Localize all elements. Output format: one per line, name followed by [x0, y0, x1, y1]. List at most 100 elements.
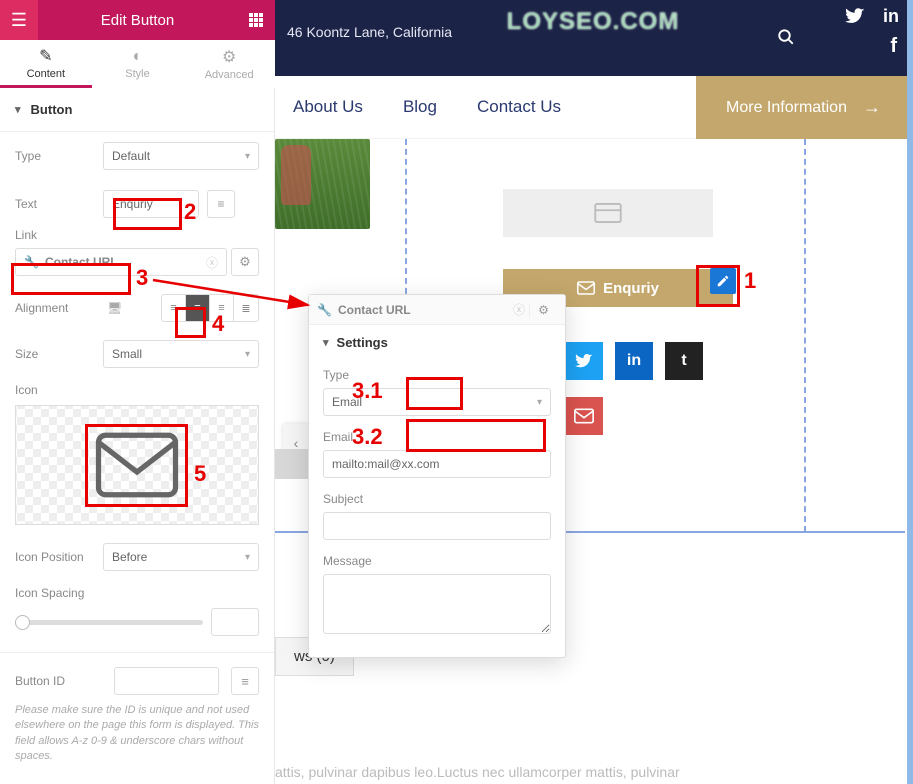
- size-select[interactable]: Small ▾: [103, 340, 259, 368]
- section-title: Button: [31, 102, 73, 117]
- nav-about[interactable]: About Us: [293, 97, 363, 117]
- icon-position-select[interactable]: Before ▾: [103, 543, 259, 571]
- button-id-label: Button ID: [15, 674, 95, 688]
- responsive-icon[interactable]: 🖥: [107, 301, 122, 315]
- type-value: Default: [112, 149, 150, 163]
- popup-subject-label: Subject: [323, 492, 551, 506]
- enquiry-label: Enquriy: [603, 280, 659, 297]
- grid-icon: [248, 12, 264, 28]
- email-share-button[interactable]: [565, 397, 603, 435]
- menu-toggle-button[interactable]: ☰: [0, 0, 38, 40]
- popup-message-input[interactable]: [323, 574, 551, 634]
- tumblr-share-button[interactable]: t: [665, 342, 703, 380]
- popup-section-toggle[interactable]: ▾ Settings: [309, 325, 565, 360]
- icon-picker[interactable]: [15, 405, 259, 525]
- align-right-button[interactable]: ≡: [210, 295, 234, 321]
- type-select[interactable]: Default ▾: [103, 142, 259, 170]
- link-options-button[interactable]: ⚙: [231, 248, 259, 276]
- tab-label: Style: [125, 68, 149, 80]
- tab-advanced[interactable]: ⚙ Advanced: [183, 40, 275, 88]
- control-text: Text ≡: [0, 180, 274, 228]
- popup-message-label: Message: [323, 554, 551, 568]
- icon-spacing-slider[interactable]: [15, 620, 203, 625]
- linkedin-icon[interactable]: in: [883, 6, 899, 31]
- size-label: Size: [15, 347, 95, 361]
- alignment-buttons: ≡ ≡ ≡ ≣: [161, 294, 259, 322]
- control-button-id: Button ID ≡ Please make sure the ID is u…: [0, 652, 274, 779]
- align-justify-button[interactable]: ≣: [234, 295, 258, 321]
- control-icon-position: Icon Position Before ▾: [0, 533, 274, 581]
- icon-label: Icon: [15, 383, 38, 397]
- popup-close-button[interactable]: ⓧ: [513, 301, 525, 318]
- contact-url-popup: 🔧 Contact URL ⓧ ⚙ ▾ Settings Type Email …: [308, 294, 566, 658]
- wrench-icon: 🔧: [317, 303, 332, 317]
- dynamic-tags-button[interactable]: ≡: [207, 190, 235, 218]
- section-toggle-button[interactable]: ▾ Button: [0, 88, 274, 132]
- twitter-share-button[interactable]: [565, 342, 603, 380]
- logo-text: LOYSEO.COM: [507, 8, 680, 36]
- align-left-button[interactable]: ≡: [162, 295, 186, 321]
- icon-spacing-input[interactable]: [211, 608, 259, 636]
- control-type: Type Default ▾: [0, 132, 274, 180]
- card-icon: [594, 203, 622, 223]
- pencil-icon: ✎: [39, 46, 52, 66]
- envelope-icon: [574, 408, 594, 424]
- popup-title: Contact URL: [338, 303, 513, 317]
- edit-widget-button[interactable]: [710, 268, 736, 294]
- envelope-icon: [92, 430, 182, 500]
- popup-type-row: Type Email ▾: [323, 368, 551, 416]
- placeholder-widget[interactable]: [503, 189, 713, 237]
- nav-contact[interactable]: Contact Us: [477, 97, 561, 117]
- arrow-right-icon: →: [863, 98, 881, 118]
- tumblr-icon: t: [681, 352, 686, 370]
- header-title: Edit Button: [38, 12, 237, 29]
- gear-icon: ⚙: [239, 254, 251, 270]
- twitter-icon[interactable]: [845, 6, 865, 31]
- more-info-button[interactable]: More Information →: [696, 76, 911, 139]
- popup-type-select[interactable]: Email ▾: [323, 388, 551, 416]
- preview-scrollbar[interactable]: [907, 0, 913, 784]
- popup-email-row: Email: [323, 430, 551, 478]
- text-input-field[interactable]: [112, 197, 190, 211]
- linkedin-share-button[interactable]: in: [615, 342, 653, 380]
- tab-style[interactable]: ◐ Style: [92, 40, 184, 88]
- popup-message-row: Message: [323, 554, 551, 637]
- database-icon: ≡: [241, 674, 249, 689]
- widgets-grid-button[interactable]: [237, 0, 275, 40]
- nav-blog[interactable]: Blog: [403, 97, 437, 117]
- align-center-button[interactable]: ≡: [186, 295, 210, 321]
- social-share-row: in t: [565, 342, 703, 380]
- link-input[interactable]: 🔧 Contact URL ⓧ: [15, 248, 227, 276]
- tab-content[interactable]: ✎ Content: [0, 40, 92, 88]
- clear-link-button[interactable]: ⓧ: [206, 254, 218, 271]
- editor-header: ☰ Edit Button: [0, 0, 275, 40]
- chevron-down-icon: ▾: [245, 151, 250, 162]
- pencil-icon: [716, 274, 730, 288]
- envelope-icon: [577, 281, 595, 295]
- button-id-input[interactable]: [114, 667, 219, 695]
- search-icon: [777, 28, 795, 46]
- popup-subtitle: Settings: [337, 335, 388, 350]
- product-image: [275, 139, 370, 229]
- twitter-icon: [575, 352, 593, 370]
- link-label: Link: [15, 228, 259, 242]
- popup-body: Type Email ▾ Email Subject Message: [309, 360, 565, 657]
- text-input[interactable]: [103, 190, 199, 218]
- button-id-dynamic-button[interactable]: ≡: [231, 667, 259, 695]
- slider-thumb[interactable]: [15, 615, 30, 630]
- icon-position-value: Before: [112, 550, 147, 564]
- chevron-down-icon: ▾: [245, 349, 250, 360]
- control-icon-spacing: [0, 600, 274, 644]
- popup-email-input[interactable]: [323, 450, 551, 478]
- text-label: Text: [15, 197, 95, 211]
- popup-header: 🔧 Contact URL ⓧ ⚙: [309, 295, 565, 325]
- size-value: Small: [112, 347, 142, 361]
- popup-settings-button[interactable]: ⚙: [529, 303, 557, 317]
- chevron-down-icon: ▾: [537, 397, 542, 408]
- popup-type-label: Type: [323, 368, 551, 382]
- alignment-label: Alignment: [15, 301, 95, 315]
- popup-subject-input[interactable]: [323, 512, 551, 540]
- caret-down-icon: ▾: [323, 336, 329, 349]
- header-search-button[interactable]: [777, 28, 795, 49]
- facebook-icon[interactable]: f: [890, 35, 897, 58]
